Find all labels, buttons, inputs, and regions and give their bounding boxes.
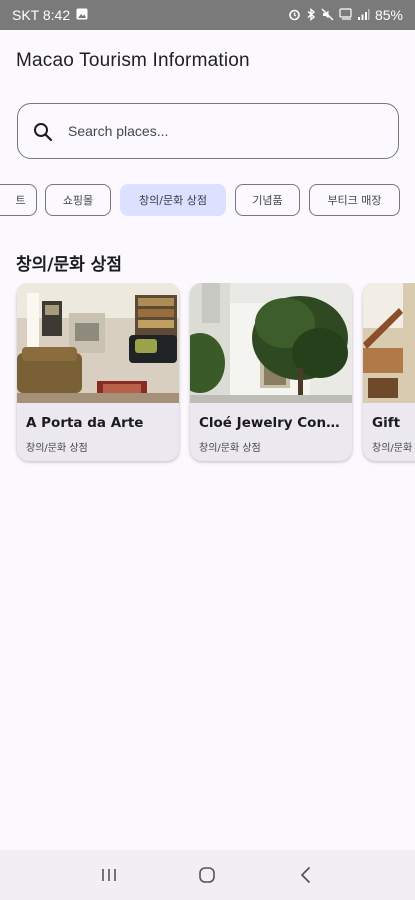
status-right: 85% — [288, 7, 403, 23]
category-chips: 트 쇼핑몰 창의/문화 상점 기념품 부티크 매장 — [0, 184, 415, 216]
status-left: SKT 8:42 — [12, 7, 88, 23]
app-title: Macao Tourism Information — [16, 50, 250, 71]
place-name: Cloé Jewelry Conce... — [199, 415, 344, 431]
search-icon — [32, 121, 54, 143]
place-carousel[interactable]: A Porta da Arte 창의/문화 상점 Cloé Jewelry Co… — [0, 283, 415, 468]
search-input[interactable] — [68, 104, 388, 158]
mute-icon — [321, 8, 334, 23]
recent-apps-icon[interactable] — [89, 855, 129, 895]
section-title: 창의/문화 상점 — [16, 255, 122, 275]
chip-label: 부티크 매장 — [327, 194, 382, 207]
place-category: 창의/문화 상점 — [372, 443, 415, 454]
back-icon[interactable] — [286, 855, 326, 895]
system-nav-bar — [0, 850, 415, 900]
signal-icon — [357, 8, 370, 23]
search-bar[interactable] — [17, 103, 399, 159]
place-image-staircase — [363, 283, 415, 403]
chip-label: 기념품 — [252, 194, 283, 207]
chip-label: 쇼핑몰 — [62, 194, 94, 207]
chip-souvenir[interactable]: 기념품 — [235, 184, 300, 216]
place-card[interactable]: A Porta da Arte 창의/문화 상점 — [17, 283, 179, 461]
place-image-shop-interior — [17, 283, 179, 403]
place-card[interactable]: Cloé Jewelry Conce... 창의/문화 상점 — [190, 283, 352, 461]
volte-icon — [339, 7, 352, 23]
place-name: A Porta da Arte — [26, 415, 144, 431]
chip-partial[interactable]: 트 — [0, 184, 37, 216]
place-category: 창의/문화 상점 — [26, 443, 88, 454]
place-image-building-tree — [190, 283, 352, 403]
chip-label: 트 — [15, 194, 26, 207]
status-bar: SKT 8:42 85% — [0, 0, 415, 30]
bluetooth-icon — [306, 7, 316, 23]
chip-shopping-mall[interactable]: 쇼핑몰 — [45, 184, 111, 216]
place-name: Gift — [372, 415, 401, 431]
home-icon[interactable] — [187, 855, 227, 895]
place-card[interactable]: Gift 창의/문화 상점 — [363, 283, 415, 461]
alarm-icon — [288, 8, 301, 23]
chip-creative-culture[interactable]: 창의/문화 상점 — [120, 184, 226, 216]
place-category: 창의/문화 상점 — [199, 443, 261, 454]
battery-level: 85% — [374, 7, 403, 23]
chip-boutique[interactable]: 부티크 매장 — [309, 184, 400, 216]
chip-label: 창의/문화 상점 — [139, 194, 207, 207]
carrier-time: SKT 8:42 — [12, 7, 71, 23]
gallery-icon — [76, 8, 88, 22]
